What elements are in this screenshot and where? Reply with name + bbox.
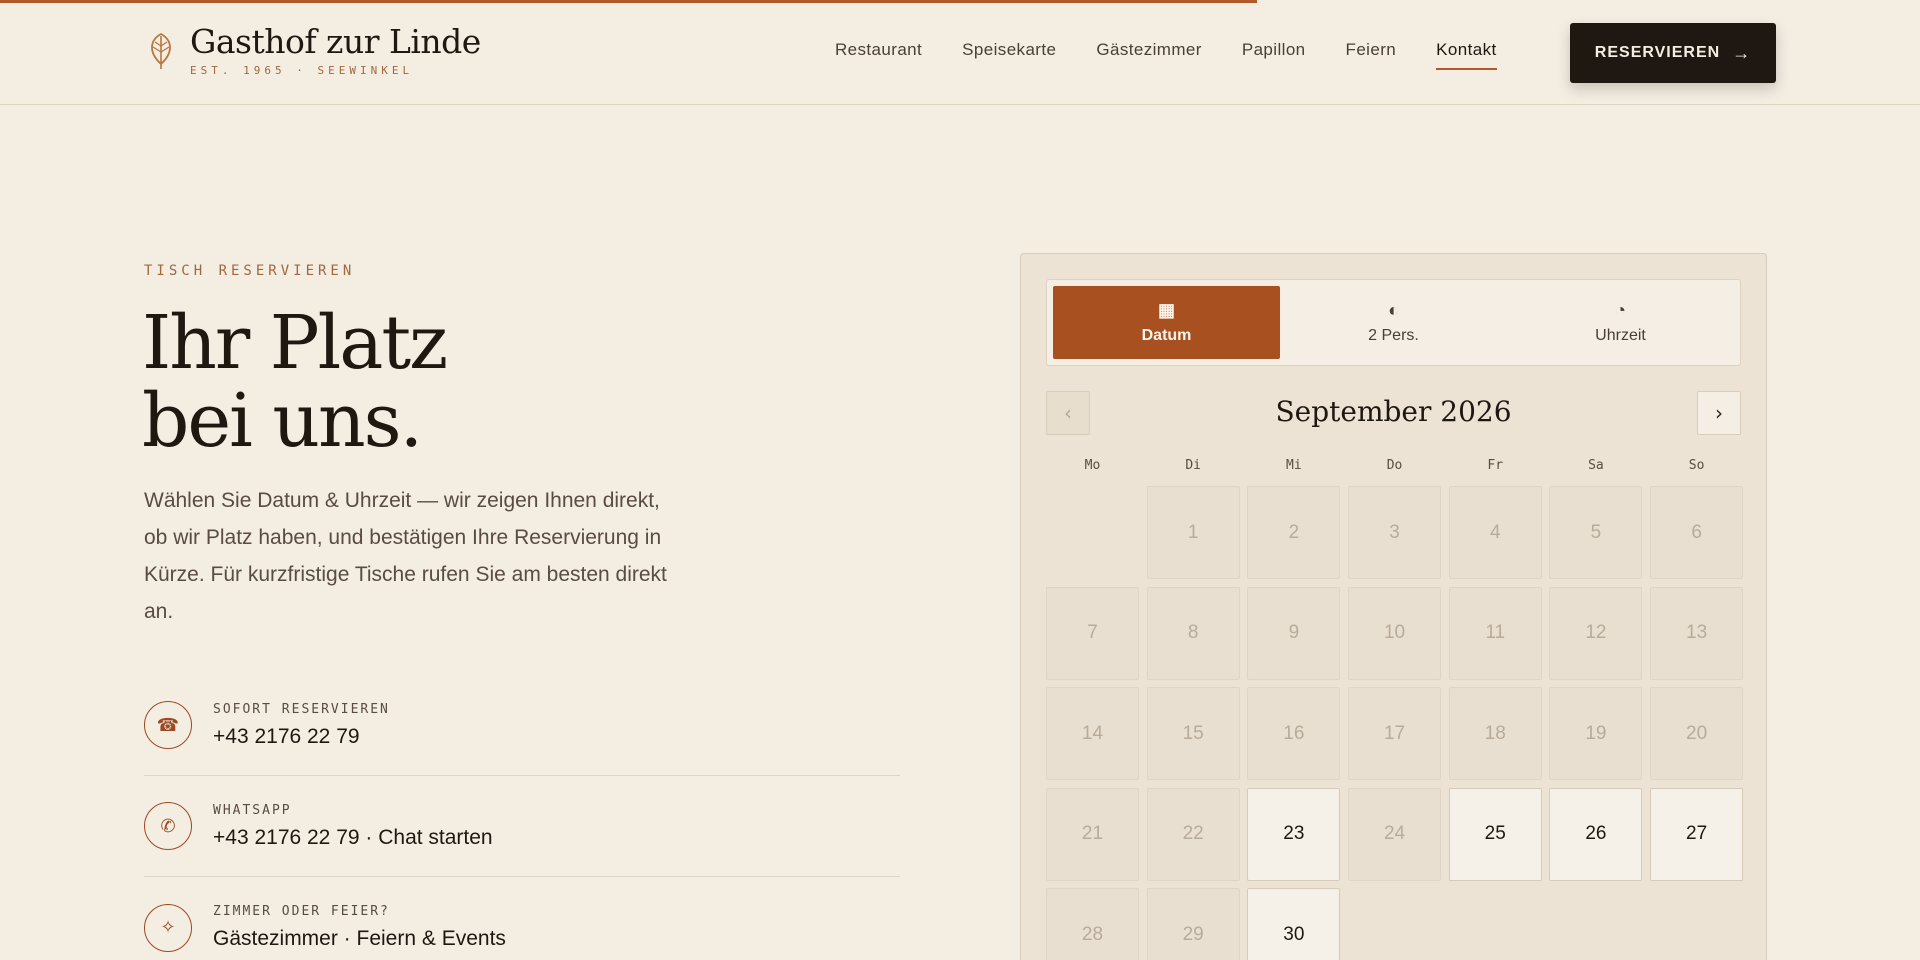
arrow-right-icon: → [1732, 42, 1752, 63]
weekday-label: Mo [1084, 458, 1101, 473]
calendar-day-unavailable: 18 [1448, 687, 1542, 780]
calendar-day-unavailable: 8 [1146, 586, 1240, 680]
calendar-icon: ▦ [1157, 300, 1175, 320]
weekday-header: Mo Di Mi Do Fr Sa So [1046, 458, 1741, 473]
whatsapp-icon: ✆ [144, 802, 192, 850]
calendar-day-unavailable: 15 [1146, 687, 1240, 780]
calendar-day-unavailable: 12 [1549, 586, 1643, 680]
booking-steps: ▦ Datum ◐ 2 Pers. ◔ Uhrzeit [1046, 279, 1741, 366]
calendar-day-unavailable: 2 [1247, 486, 1341, 579]
tab-label: 2 Pers. [1368, 327, 1419, 344]
nav-item-feiern[interactable]: Feiern [1346, 40, 1397, 70]
calendar-day-unavailable: 7 [1046, 586, 1139, 680]
booking-widget: ▦ Datum ◐ 2 Pers. ◔ Uhrzeit ‹ September … [1020, 253, 1767, 960]
tab-guests[interactable]: ◐ 2 Pers. [1280, 286, 1507, 359]
site-header: Gasthof zur Linde EST. 1965 · SEEWINKEL … [0, 0, 1920, 105]
weekday-label: Fr [1487, 458, 1504, 473]
nav-item-gaestezimmer[interactable]: Gästezimmer [1096, 40, 1201, 70]
calendar-day-unavailable: 14 [1046, 687, 1139, 780]
calendar-day-unavailable: 22 [1146, 787, 1240, 881]
nav-item-speisekarte[interactable]: Speisekarte [962, 40, 1056, 70]
contact-label: SOFORT RESERVIEREN [213, 701, 390, 717]
brand-name: Gasthof zur Linde [190, 22, 481, 61]
calendar-day-available[interactable]: 27 [1650, 787, 1744, 881]
tab-time[interactable]: ◔ Uhrzeit [1507, 286, 1734, 359]
title-line-1: Ihr Platz [142, 300, 448, 386]
brand-tagline: EST. 1965 · SEEWINKEL [190, 64, 414, 77]
weekday-label: Sa [1588, 458, 1604, 473]
calendar-day-available[interactable]: 30 [1247, 888, 1341, 960]
clock-icon: ◔ [1615, 300, 1626, 320]
title-line-2: bei uns. [142, 378, 423, 464]
month-navigation: ‹ September 2026 › [1046, 391, 1741, 435]
contact-item-rooms-events[interactable]: ✧ ZIMMER ODER FEIER? Gästezimmer · Feier… [144, 877, 900, 960]
calendar-day-unavailable: 1 [1146, 486, 1240, 579]
weekday-label: So [1688, 458, 1705, 473]
month-title: September 2026 [1275, 395, 1512, 428]
calendar-day-unavailable: 19 [1549, 687, 1643, 780]
contact-label: ZIMMER ODER FEIER? [213, 904, 390, 919]
calendar-day-unavailable: 29 [1146, 888, 1240, 960]
sparkle-icon: ✧ [144, 903, 192, 952]
contact-label: WHATSAPP [213, 802, 292, 818]
tab-label: Uhrzeit [1595, 327, 1646, 344]
page-title: Ihr Platz bei uns. [142, 304, 448, 460]
calendar-day-unavailable: 4 [1448, 486, 1542, 579]
calendar-day-unavailable: 28 [1046, 888, 1139, 960]
calendar-day-unavailable: 21 [1046, 787, 1139, 881]
calendar-day-available[interactable]: 23 [1247, 787, 1341, 881]
reserve-button[interactable]: RESERVIEREN → [1570, 23, 1776, 83]
contact-value: +43 2176 22 79 [213, 724, 360, 748]
intro-text: Wählen Sie Datum & Uhrzeit — wir zeigen … [144, 489, 667, 623]
calendar-day-available[interactable]: 25 [1448, 787, 1542, 881]
calendar-grid: 1 2 3 4 5 6 7 8 9 10 11 12 13 14 15 16 17 18 19 20 21 22 23 24 2… [1046, 486, 1744, 960]
contact-list: ☎ SOFORT RESERVIEREN +43 2176 22 79 ✆ WH… [144, 675, 900, 960]
weekday-label: Mi [1286, 458, 1302, 473]
leaf-icon [151, 32, 171, 69]
brand[interactable]: Gasthof zur Linde EST. 1965 · SEEWINKEL [144, 22, 481, 77]
tab-label: Datum [1141, 327, 1192, 344]
calendar-day-unavailable: 10 [1348, 586, 1442, 680]
nav-item-papillon[interactable]: Papillon [1242, 40, 1306, 70]
calendar-day-unavailable: 16 [1247, 687, 1341, 780]
contact-value: +43 2176 22 79 · Chat starten [213, 825, 493, 849]
calendar-day-unavailable: 17 [1348, 687, 1442, 780]
calendar-day-available[interactable]: 26 [1549, 787, 1643, 881]
weekday-label: Di [1185, 458, 1202, 473]
calendar-day-unavailable: 5 [1549, 486, 1643, 579]
contact-item-phone[interactable]: ☎ SOFORT RESERVIEREN +43 2176 22 79 [144, 675, 900, 776]
calendar-day-unavailable: 3 [1348, 486, 1442, 579]
guests-icon: ◐ [1388, 300, 1399, 320]
reserve-button-label: RESERVIEREN [1594, 44, 1721, 61]
nav-item-restaurant[interactable]: Restaurant [835, 40, 922, 70]
calendar-day-unavailable: 11 [1448, 586, 1542, 680]
calendar-day-unavailable: 20 [1650, 687, 1744, 780]
calendar-day-unavailable: 24 [1348, 787, 1442, 881]
phone-icon: ☎ [144, 701, 192, 749]
nav-item-kontakt[interactable]: Kontakt [1436, 40, 1498, 70]
calendar-day-unavailable: 13 [1650, 586, 1744, 680]
calendar-day-unavailable: 6 [1650, 486, 1744, 579]
weekday-label: Do [1386, 458, 1403, 473]
contact-value: Gästezimmer · Feiern & Events [213, 927, 506, 950]
contact-item-whatsapp[interactable]: ✆ WHATSAPP +43 2176 22 79 · Chat starten [144, 776, 900, 877]
main-nav: Restaurant Speisekarte Gästezimmer Papil… [835, 40, 1537, 70]
next-month-button[interactable]: › [1697, 391, 1741, 435]
section-eyebrow: TISCH RESERVIEREN [144, 263, 356, 279]
calendar-day-unavailable: 9 [1247, 586, 1341, 680]
tab-date[interactable]: ▦ Datum [1053, 286, 1280, 359]
